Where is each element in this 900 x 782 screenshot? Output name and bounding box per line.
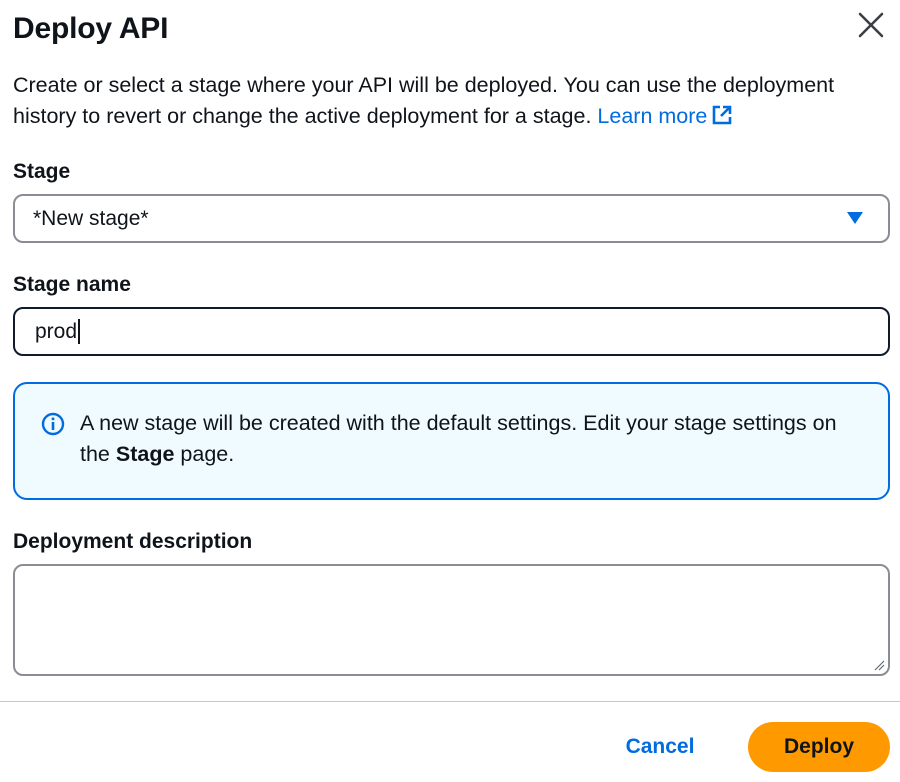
cancel-button[interactable]: Cancel [610, 722, 710, 772]
caret-down-icon [847, 212, 863, 224]
close-button[interactable] [852, 6, 890, 44]
footer-divider [0, 701, 900, 702]
stage-name-value: prod [35, 319, 78, 343]
dialog-title: Deploy API [13, 12, 169, 45]
stage-select[interactable]: *New stage* [13, 194, 890, 243]
info-text-bold: Stage [115, 442, 175, 466]
external-link-icon [713, 105, 732, 125]
deploy-api-dialog: Deploy API Create or select a stage wher… [0, 0, 900, 782]
info-text-after: page. [174, 442, 235, 466]
dialog-description: Create or select a stage where your API … [13, 70, 883, 132]
info-icon [41, 412, 65, 436]
stage-name-label: Stage name [13, 273, 131, 296]
info-alert: A new stage will be created with the def… [13, 382, 890, 500]
stage-name-input[interactable]: prod [13, 307, 890, 356]
stage-selected-value: *New stage* [33, 206, 149, 230]
deployment-description-label: Deployment description [13, 530, 253, 553]
stage-label: Stage [13, 160, 71, 183]
learn-more-label: Learn more [597, 104, 708, 128]
info-message: A new stage will be created with the def… [80, 408, 870, 470]
resize-handle-icon[interactable] [873, 659, 885, 671]
text-cursor [78, 319, 80, 344]
learn-more-link[interactable]: Learn more [597, 104, 733, 128]
deployment-description-textarea[interactable] [13, 564, 890, 676]
deploy-button[interactable]: Deploy [748, 722, 890, 772]
close-icon [858, 12, 884, 38]
